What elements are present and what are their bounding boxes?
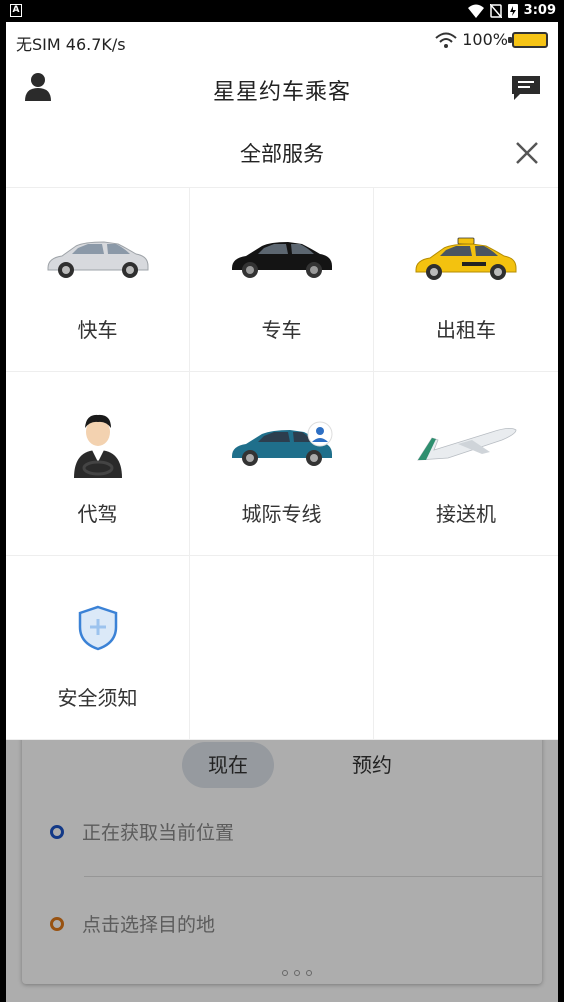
silver-car-icon — [47, 241, 149, 278]
service-taxi[interactable]: 出租车 — [374, 188, 558, 372]
battery-percent: 100% — [462, 30, 508, 49]
airplane-icon — [417, 428, 517, 461]
service-airport[interactable]: 接送机 — [374, 372, 558, 556]
service-label: 安全须知 — [57, 686, 138, 710]
service-express[interactable]: 快车 — [6, 188, 190, 372]
panel-header: 全部服务 — [6, 118, 558, 188]
empty-cell — [190, 556, 374, 740]
battery-bolt-icon — [507, 4, 518, 18]
carrier-text: 无SIM — [16, 35, 61, 54]
service-label: 出租车 — [436, 318, 496, 342]
intercity-car-icon — [232, 421, 333, 466]
panel-title: 全部服务 — [240, 142, 324, 166]
taxi-icon — [415, 237, 517, 280]
service-label: 快车 — [77, 318, 118, 342]
app-root: A 3:09 无SIM 46.7K/s 100% 星星约车乘客 现在 预约 正在… — [0, 0, 564, 1002]
battery-icon — [508, 31, 548, 48]
service-intercity[interactable]: 城际专线 — [190, 372, 374, 556]
notification-a-icon: A — [10, 4, 22, 17]
shield-icon — [78, 605, 118, 651]
services-grid: 快车 专车 出租车 代驾 城际专线 接送机 安全须知 — [6, 188, 558, 740]
service-premium[interactable]: 专车 — [190, 188, 374, 372]
service-label: 接送机 — [436, 502, 496, 526]
empty-cell — [374, 556, 558, 740]
close-icon[interactable] — [514, 140, 540, 166]
wifi-icon — [435, 32, 457, 48]
message-icon[interactable] — [510, 74, 542, 102]
wifi-icon — [467, 4, 484, 18]
app-title: 星星约车乘客 — [212, 80, 351, 105]
service-designated-driver[interactable]: 代驾 — [6, 372, 190, 556]
app-header: 星星约车乘客 — [6, 62, 558, 118]
no-sim-icon — [489, 3, 502, 18]
system-time: 3:09 — [523, 3, 556, 18]
system-status-bar: A 3:09 — [0, 0, 564, 22]
service-label: 代驾 — [77, 502, 118, 526]
black-car-icon — [232, 242, 332, 278]
all-services-panel: 全部服务 快车 专车 出租车 代驾 城际专线 接送机 安全须知 — [6, 118, 558, 740]
inner-status-bar: 无SIM 46.7K/s 100% — [6, 22, 558, 60]
service-label: 城际专线 — [241, 502, 322, 526]
service-safety[interactable]: 安全须知 — [6, 556, 190, 740]
dim-overlay[interactable] — [6, 722, 558, 1002]
app-screen: 无SIM 46.7K/s 100% 星星约车乘客 现在 预约 正在获取当前位置 … — [6, 22, 558, 1002]
driver-icon — [74, 414, 122, 478]
network-speed: 46.7K/s — [65, 35, 126, 54]
service-label: 专车 — [261, 318, 302, 342]
